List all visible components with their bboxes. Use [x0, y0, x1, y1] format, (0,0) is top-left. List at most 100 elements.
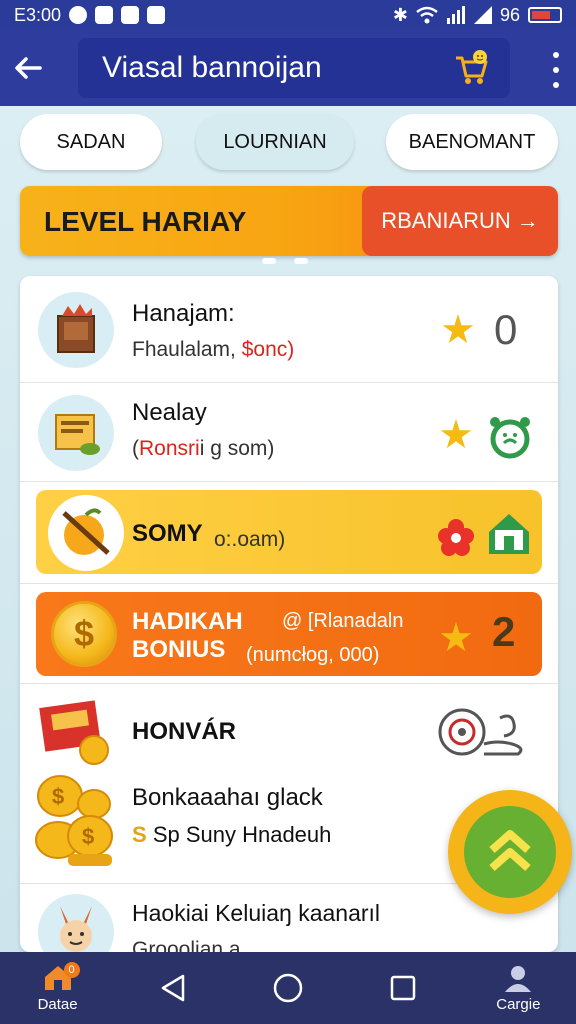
title-box: Viasal bannoijan — [78, 38, 510, 98]
row-tag: @ [Rlanadaln — [282, 610, 404, 632]
floating-action-button[interactable] — [448, 790, 572, 914]
nav-home[interactable]: 0 Datae — [10, 952, 106, 1024]
bluetooth-icon: ✱ — [392, 4, 408, 25]
tab-lournian[interactable]: LOURNIAN — [196, 114, 354, 170]
alarm-clock-icon — [490, 417, 530, 459]
flower-icon — [438, 519, 474, 556]
dot-icon — [553, 52, 559, 58]
status-time: E3:00 — [14, 4, 62, 25]
row-title: Haokiai Keluiaŋ kaanarıl — [132, 900, 381, 926]
double-chevron-up-icon — [489, 830, 531, 871]
row-subtitle-suffix: i g som) — [199, 437, 275, 460]
row-thumbnail — [48, 495, 124, 571]
app-bar: Viasal bannoijan — [0, 30, 576, 106]
level-title: LEVEL HARIAY — [44, 206, 247, 237]
shopping-cart-icon — [456, 50, 488, 84]
battery-percent: 96 — [499, 4, 520, 25]
nav-label: Cargie — [496, 995, 541, 1013]
row-title: HONVÁR — [132, 718, 237, 745]
tab-label: SADAN — [56, 130, 126, 153]
row-subtitle: Fhaulalam, $onc) — [132, 338, 294, 362]
page-title: Viasal bannoijan — [102, 51, 322, 84]
pager-dot — [262, 258, 276, 264]
cart-button[interactable] — [450, 46, 494, 90]
timer-gear-icon — [438, 708, 523, 756]
row-subtitle-highlight: Ronsri — [139, 437, 200, 460]
back-arrow-icon — [15, 57, 42, 79]
signal-icon — [446, 6, 465, 24]
dollar-symbol: S — [132, 822, 147, 847]
nav-back[interactable] — [125, 952, 221, 1024]
square-recents-icon — [390, 975, 416, 1001]
level-action-label: RBANIARUN — [381, 208, 511, 233]
row-title-line2: BONIUS — [132, 636, 226, 663]
shop-icon — [147, 6, 166, 24]
tab-bar: SADAN LOURNIAN BAENOMANT — [0, 114, 576, 172]
fruit-bundle-icon — [62, 508, 110, 555]
nav-badge: 0 — [63, 962, 80, 978]
status-right: ✱ 96 — [393, 5, 562, 26]
row-thumbnail — [38, 894, 114, 952]
row-title: SOMY — [132, 520, 203, 547]
row-thumbnail — [38, 395, 114, 471]
scroll-card-icon — [55, 414, 100, 455]
tab-label: LOURNIAN — [223, 130, 327, 153]
status-bar: E3:00 ✱ 96 — [0, 0, 576, 30]
status-left: E3:00 — [14, 4, 166, 26]
nav-profile[interactable]: Cargie — [470, 952, 566, 1024]
nav-label: Datae — [37, 995, 78, 1013]
image-icon — [121, 6, 140, 24]
row-title-line1: HADIKAH — [132, 608, 243, 635]
coin-icon: $ — [51, 601, 117, 667]
list-item[interactable]: Nealay (Ronsrii g som) — [20, 383, 558, 482]
row-subtitle: S Sp Suny Hnadeuh — [132, 822, 331, 848]
tab-label: BAENOMANT — [408, 130, 536, 153]
triangle-back-icon — [161, 974, 185, 1002]
list-item-highlighted[interactable]: $ HADIKAH BONIUS @ [Rlanadaln (numcłog, … — [20, 584, 558, 684]
row-thumbnail — [38, 292, 114, 368]
list-item[interactable]: HONVÁR — [20, 684, 558, 774]
nav-recents[interactable] — [355, 952, 451, 1024]
list-item-highlighted[interactable]: SOMY o:.oam) — [20, 482, 558, 584]
mail-icon — [95, 6, 114, 24]
person-icon — [505, 965, 532, 992]
circle-home-icon — [273, 973, 303, 1003]
row-subtitle: (numcłog, 000) — [246, 644, 380, 666]
star-icon — [440, 419, 472, 449]
row-title: Hanajam: — [132, 300, 235, 327]
treasure-box-icon — [57, 304, 95, 353]
star-icon — [442, 314, 474, 344]
row-count: 0 — [494, 306, 518, 353]
list-item[interactable]: Hanajam: Fhaulalam, $onc) 0 — [20, 276, 558, 383]
level-action-button[interactable]: RBANIARUN → — [362, 186, 558, 256]
arrow-right-icon: → — [516, 208, 539, 233]
back-button[interactable] — [0, 30, 56, 106]
notification-icon — [69, 6, 88, 24]
row-count: 2 — [492, 608, 516, 655]
row-subtitle-prefix: Fhaulalam, — [132, 338, 242, 361]
pager-dots — [262, 258, 308, 264]
more-menu-button[interactable] — [550, 52, 562, 88]
wifi-icon — [416, 6, 438, 24]
row-subtitle: Grooolian a — [132, 938, 241, 952]
nav-home-circle[interactable] — [240, 952, 336, 1024]
pager-dot — [294, 258, 308, 264]
row-subtitle: (Ronsrii g som) — [132, 437, 274, 461]
row-title: Nealay — [132, 399, 207, 426]
signal-2-icon — [473, 6, 492, 24]
tab-baenomant[interactable]: BAENOMANT — [386, 114, 558, 170]
battery-icon — [528, 7, 562, 23]
fab-inner — [464, 806, 556, 898]
row-thumbnail: $ — [46, 596, 122, 672]
tab-sadan[interactable]: SADAN — [20, 114, 162, 170]
mascot-icon — [60, 906, 92, 952]
row-subtitle-highlight: $onc) — [241, 338, 295, 361]
dot-icon — [553, 67, 559, 73]
row-subtitle-prefix: ( — [132, 437, 139, 460]
gift-envelope-icon — [39, 700, 109, 765]
svg-text:$: $ — [52, 784, 64, 809]
house-icon — [489, 514, 529, 554]
row-subtitle-text: Sp Suny Hnadeuh — [152, 822, 332, 847]
coin-stack-icon: $ $ — [35, 775, 113, 866]
dot-icon — [553, 82, 559, 88]
